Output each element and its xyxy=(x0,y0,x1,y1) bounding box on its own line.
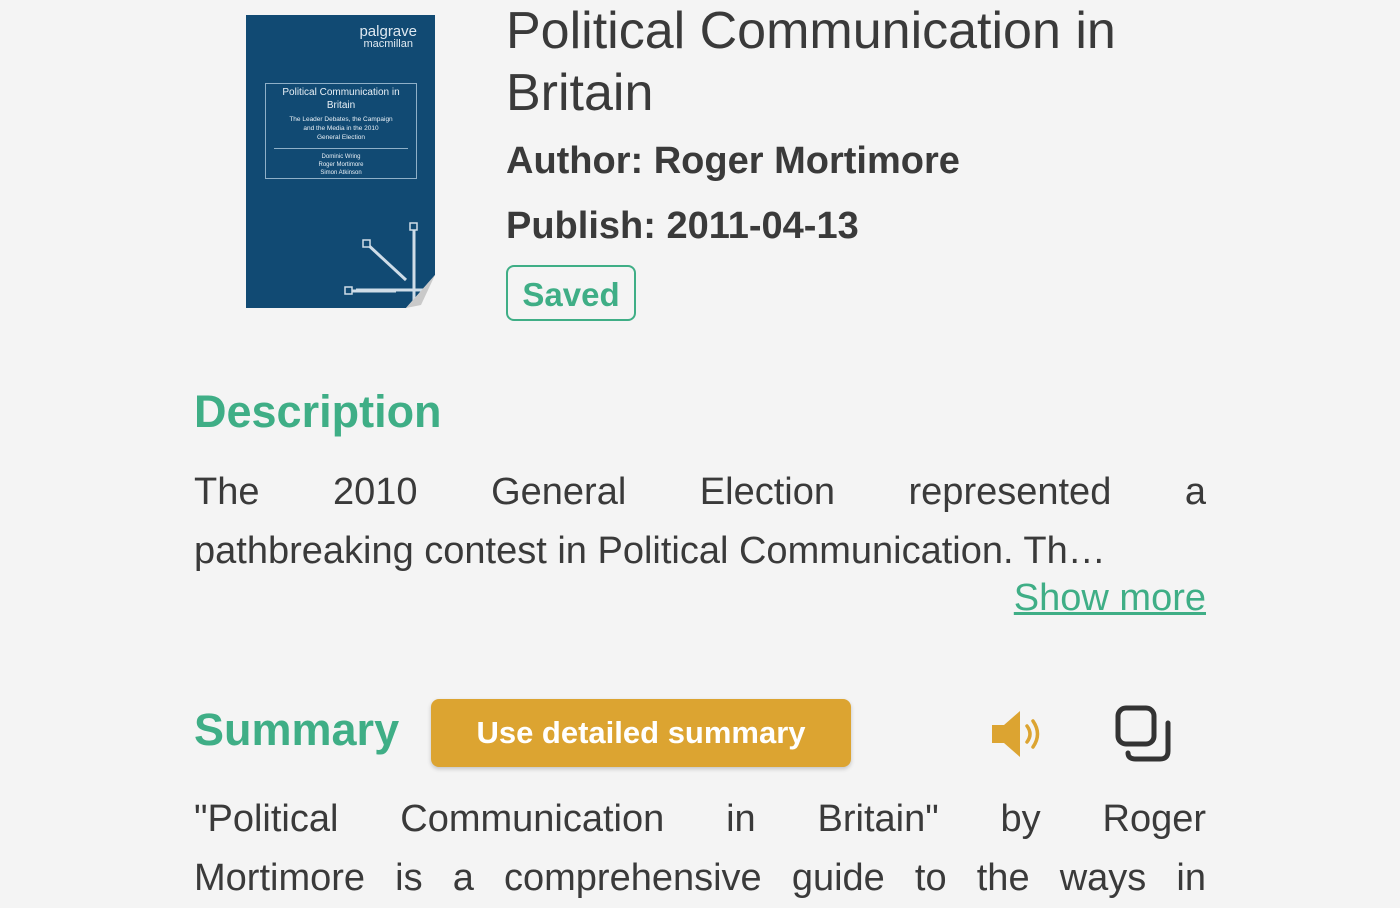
summary-heading: Summary xyxy=(194,704,400,755)
description-heading: Description xyxy=(194,386,442,437)
copy-icon[interactable] xyxy=(1114,705,1172,763)
use-detailed-summary-button[interactable]: Use detailed summary xyxy=(431,699,851,767)
summary-line-2: Mortimore is a comprehensive guide to th… xyxy=(194,857,1206,899)
description-line-1: The 2010 General Election represented a xyxy=(194,471,1206,513)
description-line-2: pathbreaking contest in Political Commun… xyxy=(194,530,1106,572)
book-author: Author: Roger Mortimore xyxy=(506,140,960,182)
book-cover: palgrave macmillan Political Communicati… xyxy=(246,15,435,308)
cover-decoration-graphic xyxy=(344,222,435,308)
description-text: The 2010 General Election represented a … xyxy=(194,463,1206,581)
summary-line-1: "Political Communication in Britain" by … xyxy=(194,798,1206,840)
book-title: Political Communication in Britain xyxy=(506,2,1116,122)
book-publish-date: Publish: 2011-04-13 xyxy=(506,205,859,247)
speaker-icon[interactable] xyxy=(990,708,1042,760)
summary-text: "Political Communication in Britain" by … xyxy=(194,790,1206,908)
saved-button[interactable]: Saved xyxy=(506,265,636,321)
show-more-link[interactable]: Show more xyxy=(1014,577,1206,620)
